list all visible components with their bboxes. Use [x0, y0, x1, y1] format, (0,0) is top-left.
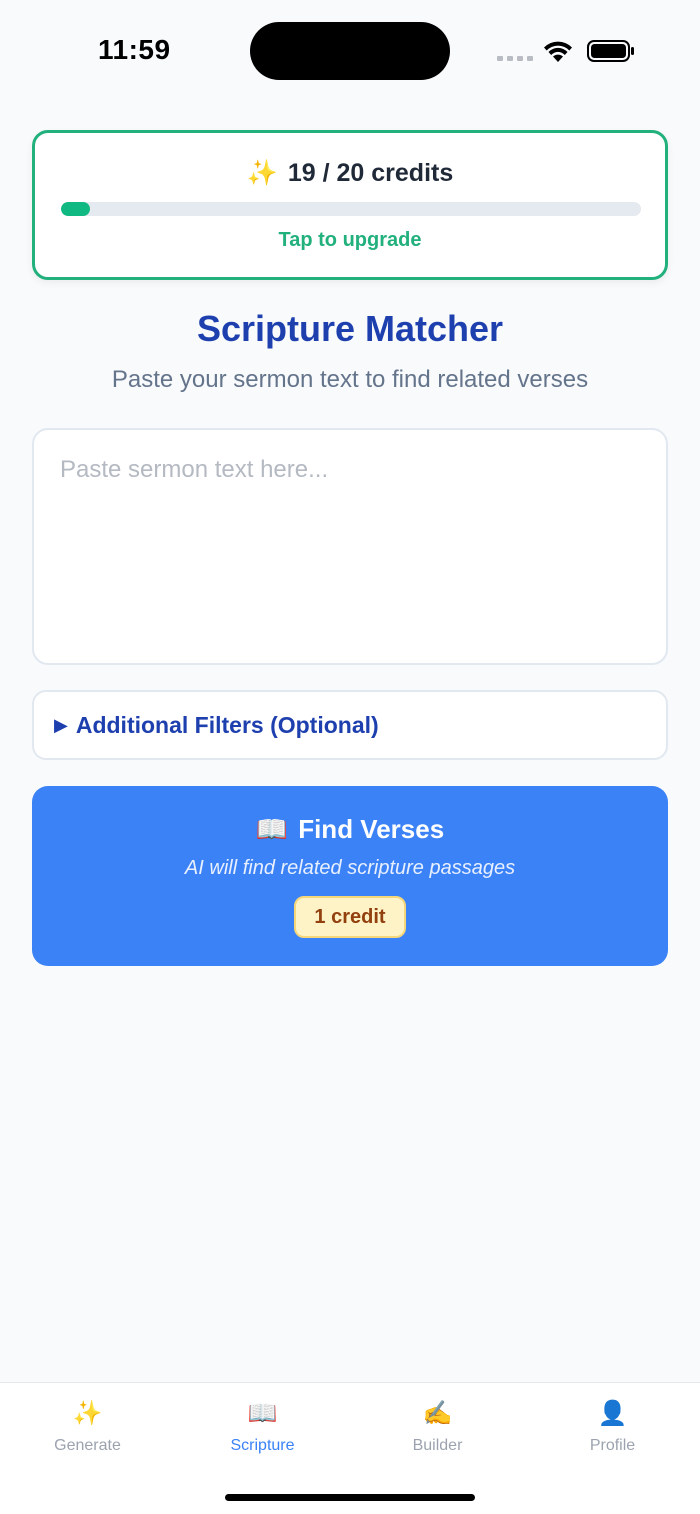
- tab-scripture[interactable]: 📖 Scripture: [175, 1399, 350, 1455]
- credits-progress-fill: [61, 202, 90, 216]
- credits-label: 19 / 20 credits: [287, 159, 454, 187]
- home-indicator[interactable]: [225, 1494, 475, 1501]
- status-bar: 11:59: [0, 0, 700, 100]
- disclosure-triangle-icon: ▶: [54, 714, 68, 735]
- status-time: 11:59: [98, 34, 171, 65]
- cellular-signal-icon: [497, 56, 533, 61]
- find-verses-button[interactable]: 📖 Find Verses AI will find related script…: [32, 786, 668, 966]
- credits-card[interactable]: ✨ 19 / 20 credits Tap to upgrade: [32, 130, 668, 280]
- user-silhouette-icon: 👤: [597, 1400, 628, 1427]
- additional-filters-toggle[interactable]: ▶ Additional Filters (Optional): [32, 690, 668, 760]
- credit-cost-badge: 1 credit: [294, 896, 406, 938]
- open-book-icon: 📖: [247, 1400, 278, 1427]
- wifi-icon: [544, 41, 572, 62]
- find-verses-description: AI will find related scripture passages: [184, 857, 516, 879]
- credits-progress-bar: [61, 202, 641, 216]
- page-title: Scripture Matcher: [196, 308, 504, 349]
- tab-label: Builder: [412, 1437, 463, 1454]
- tab-label: Profile: [589, 1437, 636, 1454]
- tab-builder[interactable]: ✍️ Builder: [350, 1399, 525, 1455]
- tab-generate[interactable]: ✨ Generate: [0, 1399, 175, 1455]
- sermon-text-input[interactable]: [32, 428, 668, 665]
- sparkles-icon: ✨: [246, 159, 278, 187]
- find-verses-title: 📖 Find Verses: [32, 814, 668, 845]
- credits-counter: ✨ 19 / 20 credits: [35, 159, 665, 188]
- open-book-icon: 📖: [255, 814, 289, 844]
- dynamic-island: [250, 22, 450, 80]
- sparkles-icon: ✨: [72, 1400, 103, 1427]
- tab-label: Generate: [54, 1437, 121, 1454]
- battery-icon: [587, 40, 634, 62]
- filters-label: Additional Filters (Optional): [75, 711, 379, 738]
- find-verses-label: Find Verses: [298, 814, 445, 844]
- writing-hand-icon: ✍️: [422, 1400, 453, 1427]
- upgrade-link[interactable]: Tap to upgrade: [35, 229, 665, 252]
- tab-profile[interactable]: 👤 Profile: [525, 1399, 700, 1455]
- app-screen: 11:59 ✨ 19 / 20 credits Tap to upgrade Sc…: [0, 0, 700, 1514]
- page-subtitle: Paste your sermon text to find related v…: [111, 366, 589, 393]
- tab-label: Scripture: [230, 1437, 295, 1454]
